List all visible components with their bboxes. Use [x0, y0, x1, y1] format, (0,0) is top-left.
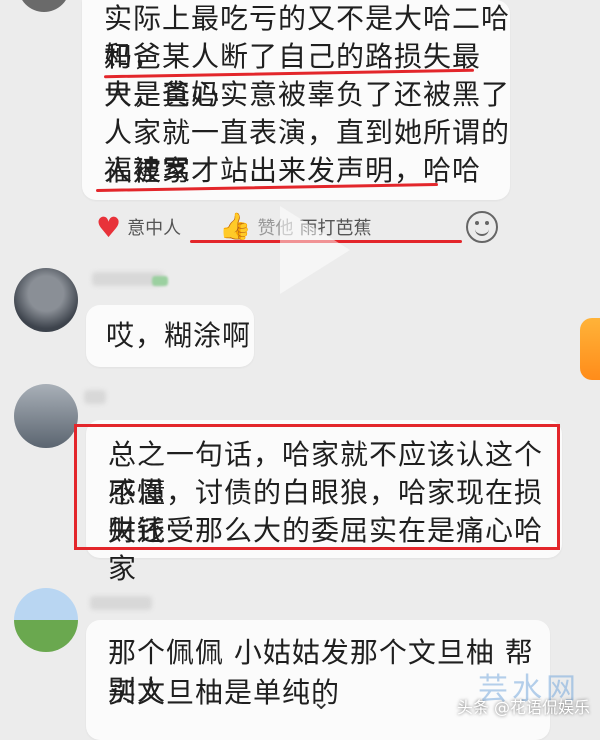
user-avatar-2[interactable]: [14, 268, 78, 332]
heart-icon: ♥: [96, 210, 122, 244]
username-3-blurred: [84, 390, 106, 404]
username-4-blurred: [90, 596, 152, 610]
floating-gift-icon[interactable]: [580, 318, 600, 380]
source-watermark: 头条 @花语侃娱乐: [456, 698, 590, 717]
message-1-line-3: 只是真心实意被辜负了还被黑了: [104, 78, 511, 111]
user-avatar-3[interactable]: [14, 384, 78, 448]
thumbs-up-icon: 👍: [219, 212, 252, 242]
chevron-down-icon[interactable]: ⌄: [312, 690, 330, 715]
user-avatar-top[interactable]: [18, 0, 70, 12]
highlight-box: [74, 424, 560, 550]
reaction-heart[interactable]: ♥ 意中人: [96, 211, 181, 244]
message-bubble-1: 实际上最吃亏的又不是大哈二哈和爸 妈，某人断了自己的路损失最大，爸妈 只是真心实…: [82, 0, 510, 200]
user-badge-2: [152, 276, 168, 286]
video-play-overlay-icon: [266, 200, 356, 300]
message-2-text: 哎，糊涂啊: [106, 319, 252, 352]
emoji-add-icon[interactable]: [466, 211, 498, 243]
reaction-heart-label: 意中人: [127, 218, 182, 239]
message-4-line-2: 买文旦柚是单纯的: [108, 676, 341, 709]
message-bubble-2: 哎，糊涂啊: [86, 305, 254, 367]
user-avatar-4[interactable]: [14, 588, 78, 652]
